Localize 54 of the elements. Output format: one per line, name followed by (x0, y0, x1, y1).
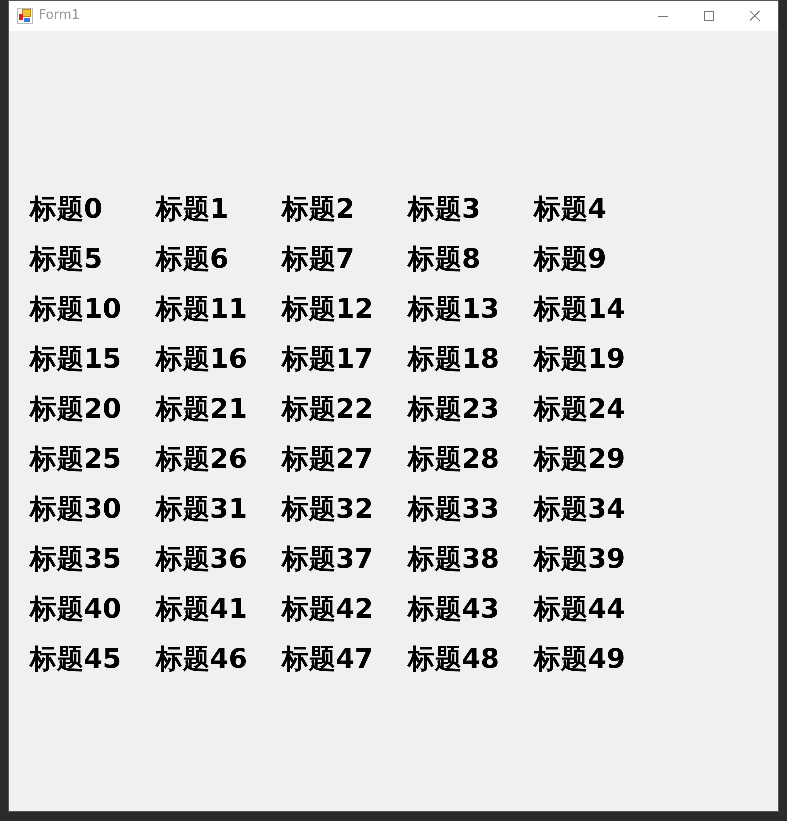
title-label: 标题10 (30, 293, 123, 327)
title-label: 标题34 (534, 493, 627, 527)
title-label: 标题46 (156, 643, 249, 677)
title-label: 标题35 (30, 543, 123, 577)
title-label: 标题5 (30, 243, 104, 277)
title-label: 标题25 (30, 443, 123, 477)
title-label: 标题20 (30, 393, 123, 427)
title-label: 标题24 (534, 393, 627, 427)
title-label: 标题43 (408, 593, 501, 627)
title-label: 标题15 (30, 343, 123, 377)
title-label: 标题11 (156, 293, 249, 327)
title-label: 标题21 (156, 393, 249, 427)
title-label: 标题12 (282, 293, 375, 327)
title-label: 标题47 (282, 643, 375, 677)
title-label: 标题49 (534, 643, 627, 677)
title-label: 标题28 (408, 443, 501, 477)
title-label: 标题40 (30, 593, 123, 627)
title-label: 标题38 (408, 543, 501, 577)
title-label: 标题37 (282, 543, 375, 577)
title-label: 标题13 (408, 293, 501, 327)
title-label: 标题32 (282, 493, 375, 527)
title-label: 标题31 (156, 493, 249, 527)
title-label: 标题23 (408, 393, 501, 427)
title-label: 标题41 (156, 593, 249, 627)
title-label: 标题48 (408, 643, 501, 677)
title-label: 标题6 (156, 243, 230, 277)
title-label: 标题45 (30, 643, 123, 677)
title-label: 标题17 (282, 343, 375, 377)
maximize-icon (704, 11, 714, 21)
title-label: 标题7 (282, 243, 356, 277)
window-title: Form1 (39, 7, 80, 26)
title-label: 标题29 (534, 443, 627, 477)
title-label: 标题14 (534, 293, 627, 327)
title-label: 标题8 (408, 243, 482, 277)
title-label: 标题33 (408, 493, 501, 527)
app-icon (17, 8, 33, 24)
title-label: 标题19 (534, 343, 627, 377)
title-label: 标题18 (408, 343, 501, 377)
title-label: 标题16 (156, 343, 249, 377)
title-label: 标题4 (534, 193, 608, 227)
title-label: 标题1 (156, 193, 230, 227)
title-label: 标题44 (534, 593, 627, 627)
title-label: 标题3 (408, 193, 482, 227)
title-label: 标题42 (282, 593, 375, 627)
title-label: 标题27 (282, 443, 375, 477)
title-label: 标题26 (156, 443, 249, 477)
title-label: 标题39 (534, 543, 627, 577)
title-label: 标题36 (156, 543, 249, 577)
title-label: 标题2 (282, 193, 356, 227)
title-label: 标题9 (534, 243, 608, 277)
title-label: 标题30 (30, 493, 123, 527)
title-label: 标题0 (30, 193, 104, 227)
title-label: 标题22 (282, 393, 375, 427)
close-icon (750, 11, 760, 21)
